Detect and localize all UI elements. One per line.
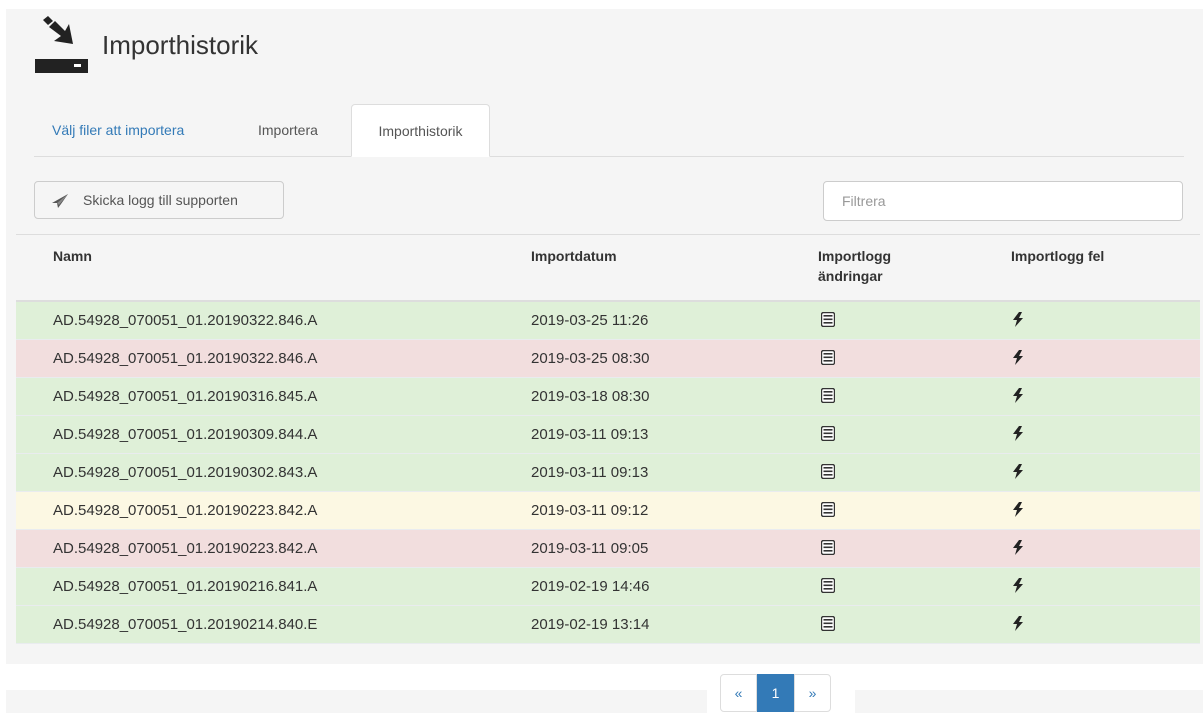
- table-row: AD.54928_070051_01.20190322.846.A 2019-03…: [16, 340, 1200, 378]
- send-log-button[interactable]: Skicka logg till supporten: [34, 181, 284, 219]
- table-header: Namn Importdatum Importlogg ändringar Im…: [16, 234, 1200, 302]
- list-alt-icon[interactable]: [820, 501, 836, 522]
- table-body: AD.54928_070051_01.20190322.846.A 2019-03…: [16, 302, 1200, 644]
- list-alt-icon[interactable]: [820, 311, 836, 332]
- send-log-label: Skicka logg till supporten: [83, 192, 238, 208]
- row-import-date: 2019-03-18 08:30: [531, 388, 650, 405]
- list-alt-icon[interactable]: [820, 615, 836, 636]
- row-import-date: 2019-02-19 14:46: [531, 578, 650, 595]
- row-import-date: 2019-03-25 08:30: [531, 350, 650, 367]
- flash-icon[interactable]: [1012, 464, 1024, 484]
- page-header: Importhistorik: [34, 14, 634, 76]
- flash-icon[interactable]: [1012, 502, 1024, 522]
- list-alt-icon[interactable]: [820, 463, 836, 484]
- row-import-date: 2019-03-11 09:05: [531, 540, 649, 557]
- row-name: AD.54928_070051_01.20190223.842.A: [53, 502, 318, 519]
- column-header-log-errors[interactable]: Importlogg fel: [1011, 246, 1104, 266]
- pager-background: [6, 690, 1203, 713]
- import-tray-icon: [35, 16, 88, 73]
- tab-choose-files[interactable]: Välj filer att importera: [34, 104, 202, 156]
- row-import-date: 2019-03-11 09:13: [531, 464, 649, 481]
- table-row: AD.54928_070051_01.20190223.842.A 2019-03…: [16, 492, 1200, 530]
- row-import-date: 2019-03-25 11:26: [531, 312, 649, 329]
- list-alt-icon[interactable]: [820, 387, 836, 408]
- filter-input[interactable]: [823, 181, 1183, 221]
- list-alt-icon[interactable]: [820, 577, 836, 598]
- table-row: AD.54928_070051_01.20190223.842.A 2019-03…: [16, 530, 1200, 568]
- list-alt-icon[interactable]: [820, 425, 836, 446]
- import-tabs: Välj filer att importera Importera Impor…: [34, 104, 1184, 157]
- row-name: AD.54928_070051_01.20190309.844.A: [53, 426, 318, 443]
- pagination: « 1 »: [707, 667, 855, 713]
- column-header-log-changes-line1: Importlogg: [818, 248, 892, 264]
- column-header-name[interactable]: Namn: [53, 246, 92, 266]
- row-import-date: 2019-03-11 09:12: [531, 502, 649, 519]
- flash-icon[interactable]: [1012, 616, 1024, 636]
- row-name: AD.54928_070051_01.20190223.842.A: [53, 540, 318, 557]
- pagination-prev-button[interactable]: «: [720, 674, 757, 712]
- pagination-next-button[interactable]: »: [794, 674, 831, 712]
- row-name: AD.54928_070051_01.20190322.846.A: [53, 350, 318, 367]
- table-row: AD.54928_070051_01.20190216.841.A 2019-02…: [16, 568, 1200, 606]
- row-import-date: 2019-02-19 13:14: [531, 616, 650, 633]
- column-header-log-changes[interactable]: Importlogg ändringar: [818, 246, 938, 286]
- send-icon: [52, 194, 68, 208]
- table-row: AD.54928_070051_01.20190214.840.E 2019-02…: [16, 606, 1200, 644]
- flash-icon[interactable]: [1012, 388, 1024, 408]
- pagination-page-1[interactable]: 1: [757, 674, 794, 712]
- row-name: AD.54928_070051_01.20190302.843.A: [53, 464, 318, 481]
- tab-import[interactable]: Importera: [240, 104, 336, 156]
- table-row: AD.54928_070051_01.20190302.843.A 2019-03…: [16, 454, 1200, 492]
- column-header-date[interactable]: Importdatum: [531, 246, 617, 266]
- table-row: AD.54928_070051_01.20190309.844.A 2019-03…: [16, 416, 1200, 454]
- flash-icon[interactable]: [1012, 426, 1024, 446]
- row-import-date: 2019-03-11 09:13: [531, 426, 649, 443]
- row-name: AD.54928_070051_01.20190316.845.A: [53, 388, 318, 405]
- import-history-table: Namn Importdatum Importlogg ändringar Im…: [16, 234, 1200, 644]
- row-name: AD.54928_070051_01.20190214.840.E: [53, 616, 318, 633]
- tab-import-history[interactable]: Importhistorik: [351, 104, 490, 157]
- list-alt-icon[interactable]: [820, 349, 836, 370]
- flash-icon[interactable]: [1012, 578, 1024, 598]
- flash-icon[interactable]: [1012, 312, 1024, 332]
- flash-icon[interactable]: [1012, 540, 1024, 560]
- flash-icon[interactable]: [1012, 350, 1024, 370]
- list-alt-icon[interactable]: [820, 539, 836, 560]
- row-name: AD.54928_070051_01.20190322.846.A: [53, 312, 318, 329]
- table-row: AD.54928_070051_01.20190316.845.A 2019-03…: [16, 378, 1200, 416]
- page-title: Importhistorik: [102, 30, 259, 60]
- table-row: AD.54928_070051_01.20190322.846.A 2019-03…: [16, 302, 1200, 340]
- column-header-log-changes-line2: ändringar: [818, 268, 883, 284]
- row-name: AD.54928_070051_01.20190216.841.A: [53, 578, 318, 595]
